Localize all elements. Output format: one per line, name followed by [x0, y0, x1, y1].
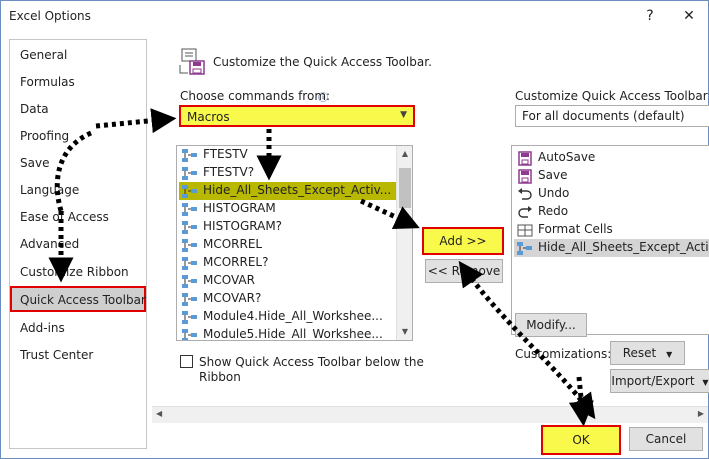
macro-icon: [182, 203, 197, 216]
macro-icon: [182, 149, 197, 162]
macro-icon: [182, 311, 197, 324]
list-item[interactable]: MCOVAR: [179, 272, 397, 290]
macro-icon: [182, 221, 197, 234]
sidebar-item-general[interactable]: General: [20, 48, 67, 62]
import-export-button[interactable]: Import/Export ▼: [610, 369, 709, 393]
cancel-button[interactable]: Cancel: [629, 427, 703, 451]
list-item[interactable]: AutoSave: [514, 149, 709, 167]
scroll-down-icon[interactable]: ▼: [397, 324, 412, 340]
excel-options-dialog: Excel Options ? ✕ General Formulas Data …: [0, 0, 709, 459]
customize-qat-label: Customize Quick Access Toolbar:: [515, 89, 709, 103]
sidebar-item-customize-ribbon[interactable]: Customize Ribbon: [20, 265, 129, 279]
title-bar: Excel Options ? ✕: [1, 1, 708, 33]
undo-icon: [518, 188, 532, 200]
show-below-ribbon-label-line2: Ribbon: [199, 370, 241, 384]
sidebar-item-trust-center[interactable]: Trust Center: [20, 348, 93, 362]
toolbar-items-list[interactable]: AutoSave Save Undo Redo Format Cells Hid…: [511, 145, 709, 335]
sidebar-item-add-ins[interactable]: Add-ins: [20, 321, 65, 335]
import-export-button-label: Import/Export: [611, 374, 695, 388]
chevron-down-icon: ▼: [666, 350, 673, 359]
sidebar-item-language[interactable]: Language: [20, 183, 79, 197]
reset-button[interactable]: Reset ▼: [610, 341, 685, 365]
list-item[interactable]: MCORREL?: [179, 254, 397, 272]
macro-icon: [517, 242, 532, 255]
choose-commands-label: Choose commands from:: [180, 89, 331, 103]
chevron-down-icon: ▼: [702, 378, 709, 387]
list-item[interactable]: Module5.Hide_All_Workshee...: [179, 326, 397, 340]
modify-button[interactable]: Modify...: [515, 313, 587, 337]
close-button[interactable]: ✕: [676, 5, 702, 27]
autosave-icon: [518, 151, 532, 166]
sidebar: General Formulas Data Proofing Save Lang…: [9, 39, 147, 449]
list-item[interactable]: Redo: [514, 203, 709, 221]
list-item[interactable]: Undo: [514, 185, 709, 203]
quick-access-toolbar-icon: [179, 48, 205, 75]
macro-icon: [182, 329, 197, 340]
list-item[interactable]: FTESTV?: [179, 164, 397, 182]
reset-button-label: Reset: [622, 346, 657, 360]
customize-qat-dropdown[interactable]: For all documents (default): [515, 105, 709, 127]
customize-qat-value: For all documents (default): [522, 109, 685, 123]
chevron-down-icon: ▼: [400, 110, 407, 120]
sidebar-item-data[interactable]: Data: [20, 102, 49, 116]
add-button[interactable]: Add >>: [422, 227, 504, 255]
list-item[interactable]: Format Cells: [514, 221, 709, 239]
choose-commands-value: Macros: [187, 110, 230, 124]
macro-icon: [182, 239, 197, 252]
sidebar-item-advanced[interactable]: Advanced: [20, 237, 79, 251]
save-icon: [518, 169, 532, 184]
sidebar-item-proofing[interactable]: Proofing: [20, 129, 69, 143]
macro-icon: [182, 185, 197, 198]
scroll-thumb[interactable]: [399, 168, 411, 208]
sidebar-item-quick-access-toolbar[interactable]: Quick Access Toolbar: [10, 286, 146, 312]
sidebar-item-ease-of-access[interactable]: Ease of Access: [20, 210, 109, 224]
list-item-selected[interactable]: Hide_All_Sheets_Except_Activ...: [179, 182, 397, 200]
redo-icon: [518, 206, 532, 218]
list-item[interactable]: MCORREL: [179, 236, 397, 254]
window-title: Excel Options: [9, 9, 91, 23]
scroll-left-icon[interactable]: ◀: [156, 409, 162, 418]
commands-list[interactable]: FTESTV FTESTV? Hide_All_Sheets_Except_Ac…: [176, 145, 413, 341]
customizations-label: Customizations:: [515, 347, 612, 361]
list-item[interactable]: MCOVAR?: [179, 290, 397, 308]
scroll-up-icon[interactable]: ▲: [397, 146, 412, 162]
main-horizontal-scrollbar[interactable]: ◀ ▶: [152, 406, 708, 423]
remove-button[interactable]: << Remove: [425, 259, 503, 283]
help-button[interactable]: ?: [637, 5, 663, 27]
choose-commands-dropdown[interactable]: Macros ▼: [179, 105, 415, 127]
commands-scrollbar[interactable]: ▲ ▼: [396, 146, 412, 340]
list-item[interactable]: HISTOGRAM: [179, 200, 397, 218]
list-item[interactable]: Save: [514, 167, 709, 185]
ok-button[interactable]: OK: [541, 425, 621, 455]
show-below-ribbon-checkbox[interactable]: [180, 355, 193, 368]
list-item-selected[interactable]: Hide_All_Sheets_Except_Active: [514, 239, 709, 257]
macro-icon: [182, 167, 197, 180]
macro-icon: [182, 293, 197, 306]
list-item[interactable]: FTESTV: [179, 146, 397, 164]
page-heading: Customize the Quick Access Toolbar.: [213, 55, 432, 69]
info-icon: ⓘ: [318, 93, 328, 104]
macro-icon: [182, 275, 197, 288]
list-item[interactable]: Module4.Hide_All_Workshee...: [179, 308, 397, 326]
sidebar-item-formulas[interactable]: Formulas: [20, 75, 75, 89]
macro-icon: [182, 257, 197, 270]
show-below-ribbon-label: Show Quick Access Toolbar below the: [199, 355, 424, 369]
sidebar-item-save[interactable]: Save: [20, 156, 49, 170]
list-item[interactable]: HISTOGRAM?: [179, 218, 397, 236]
scroll-right-icon[interactable]: ▶: [698, 409, 704, 418]
format-cells-icon: [517, 224, 533, 237]
